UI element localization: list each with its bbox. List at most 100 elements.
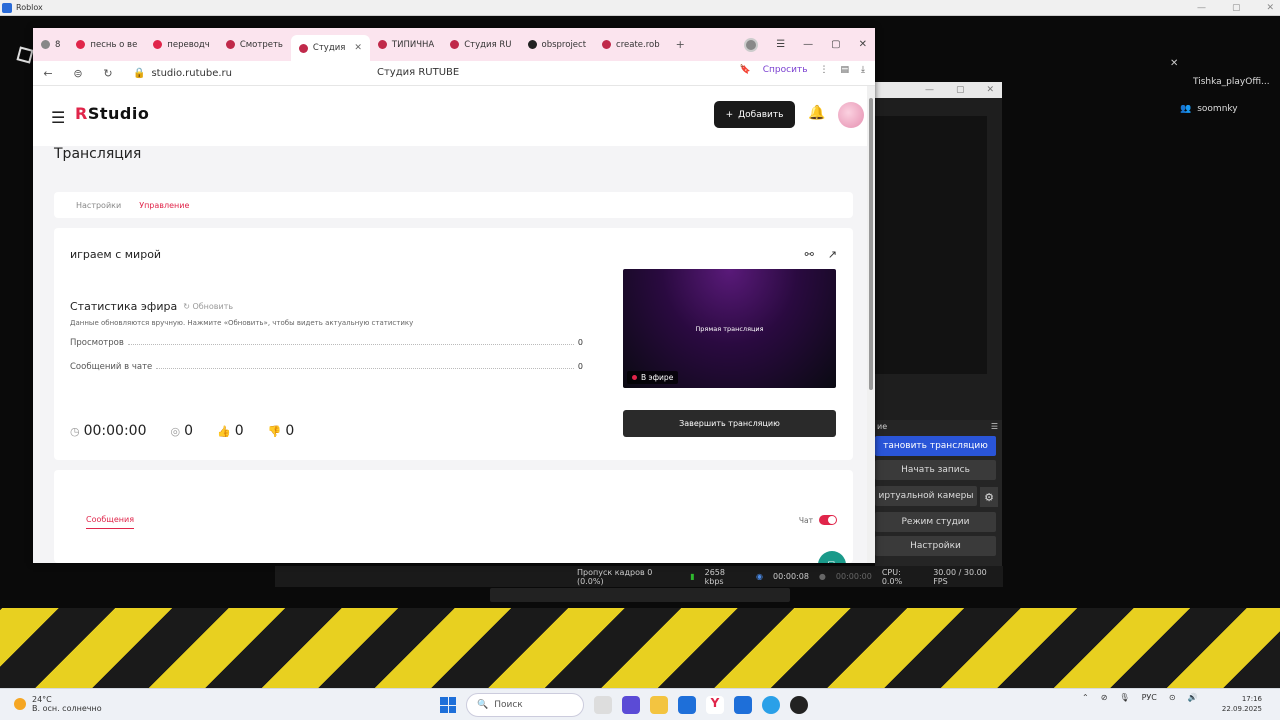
obs-icon[interactable] — [790, 696, 808, 714]
app-icon[interactable] — [622, 696, 640, 714]
minimize-icon[interactable]: — — [925, 82, 934, 98]
browser-tab[interactable]: create.rob — [594, 34, 668, 56]
hamburger-icon[interactable]: ☰ — [51, 108, 65, 127]
roblox-menu-icon[interactable] — [16, 46, 34, 64]
yandex-browser-icon[interactable]: Y — [706, 696, 724, 714]
volume-icon[interactable]: 🔊 — [1188, 693, 1198, 702]
stats-title: Статистика эфира — [70, 300, 178, 313]
menu-icon[interactable]: ☰ — [776, 39, 785, 50]
tab-control[interactable]: Управление — [139, 201, 189, 210]
maximize-icon[interactable]: ▢ — [831, 39, 840, 50]
search-box[interactable]: 🔍 Поиск — [466, 693, 584, 717]
profile-icon[interactable] — [744, 37, 759, 52]
new-tab-icon[interactable]: + — [676, 38, 685, 51]
rutube-studio-logo[interactable]: RStudio — [75, 104, 149, 123]
stream-preview[interactable]: Прямая трансляция В эфире — [623, 269, 836, 388]
stats-note: Данные обновляются вручную. Нажмите «Обн… — [70, 319, 414, 327]
language[interactable]: РУС — [1142, 693, 1157, 702]
tab-favicon-icon — [153, 40, 163, 49]
download-icon[interactable]: ⤓ — [861, 65, 865, 75]
browser-tab[interactable]: переводч — [145, 34, 218, 56]
virtual-camera-button[interactable]: иртуальной камеры — [875, 486, 977, 506]
bell-icon[interactable]: 🔔 — [808, 105, 825, 121]
share-icon[interactable]: ⚯ — [805, 248, 814, 261]
maximize-icon[interactable]: ▢ — [956, 82, 965, 98]
browser-tab[interactable]: ТИПИЧНА — [370, 34, 442, 56]
tab-messages[interactable]: Сообщения — [86, 515, 135, 529]
network-icon[interactable]: ⊘ — [1101, 693, 1108, 702]
weather-text: В. осн. солнечно — [32, 704, 102, 713]
tab-favicon-icon — [527, 40, 537, 49]
obs-window: — ▢ ✕ ие ☰ тановить трансляцию Начать зап… — [875, 82, 1002, 587]
stop-stream-button[interactable]: тановить трансляцию — [875, 436, 996, 456]
gear-icon[interactable]: ⚙ — [980, 487, 998, 507]
chat-toggle[interactable]: Чат — [799, 515, 837, 525]
search-icon: 🔍 — [477, 700, 489, 710]
fps: 30.00 / 30.00 FPS — [933, 567, 987, 586]
player-name: soomnky — [1197, 104, 1238, 114]
start-icon[interactable] — [440, 697, 456, 713]
tab-close-icon[interactable]: ✕ — [354, 43, 362, 53]
stream-icon: ◉ — [756, 572, 763, 581]
thumbs-up-icon: 👍 — [217, 425, 231, 438]
studio-mode-button[interactable]: Режим студии — [875, 512, 996, 532]
clock[interactable]: 17:16 22.09.2025 — [1222, 694, 1262, 714]
scrollbar[interactable] — [867, 86, 875, 563]
tab-favicon-icon — [298, 43, 308, 53]
tab-label: Студия RU — [464, 39, 512, 50]
back-icon[interactable]: ← — [33, 67, 63, 80]
studio-page: ☰ RStudio + Добавить 🔔 Трансляция Настро… — [33, 86, 875, 563]
roblox-title: Roblox — [16, 3, 43, 12]
sun-icon — [14, 698, 26, 710]
store-icon[interactable] — [678, 696, 696, 714]
roblox-title-bar: Roblox — ▢ ✕ — [0, 0, 1280, 16]
record-icon: ● — [818, 572, 826, 581]
close-icon[interactable]: ✕ — [859, 39, 867, 50]
tab-label: obsproject — [541, 39, 587, 50]
yandex-icon[interactable]: ⊜ — [63, 67, 93, 80]
task-view-icon[interactable] — [594, 696, 612, 714]
temperature: 24°C — [32, 695, 52, 704]
minimize-icon[interactable]: — — [803, 39, 813, 50]
add-button[interactable]: + Добавить — [714, 101, 795, 128]
tab-favicon-icon — [76, 40, 86, 49]
browser-tab[interactable]: песнь о ве — [68, 34, 145, 56]
close-icon[interactable]: ✕ — [1266, 0, 1274, 16]
tab-settings[interactable]: Настройки — [76, 201, 121, 210]
refresh-button[interactable]: ↻ Обновить — [183, 302, 233, 311]
folder-icon[interactable] — [650, 696, 668, 714]
collections-icon[interactable]: ▤ — [841, 65, 850, 75]
lock-icon: 🔒 — [133, 67, 146, 79]
maximize-icon[interactable]: ▢ — [1232, 0, 1241, 16]
controls-header: ие — [877, 422, 888, 431]
obs-settings-button[interactable]: Настройки — [875, 536, 996, 556]
bookmark-icon[interactable]: 🔖 — [740, 65, 751, 75]
tab-favicon-icon — [602, 40, 612, 49]
browser-tab[interactable]: Студия ✕ — [290, 35, 370, 61]
browser-tab[interactable]: 8 — [33, 34, 68, 56]
menu-icon[interactable]: ☰ — [991, 420, 998, 434]
start-record-button[interactable]: Начать запись — [875, 460, 996, 480]
app-icon[interactable] — [734, 696, 752, 714]
page-title: Трансляция — [54, 146, 142, 162]
minimize-icon[interactable]: — — [1197, 0, 1206, 16]
reload-icon[interactable]: ↻ — [93, 67, 123, 80]
more-icon[interactable]: ⋮ — [820, 65, 829, 75]
browser-tab[interactable]: Студия RU — [442, 34, 519, 56]
weather-widget[interactable]: 24°C В. осн. солнечно — [14, 695, 102, 713]
wifi-icon[interactable]: ⊙ — [1169, 693, 1176, 702]
close-icon[interactable]: ✕ — [986, 82, 994, 98]
external-link-icon[interactable]: ↗ — [828, 248, 837, 261]
tab-label: ТИПИЧНА — [391, 39, 435, 50]
ask-button[interactable]: Спросить — [763, 65, 808, 75]
close-icon[interactable]: ✕ — [1170, 58, 1178, 69]
browser-tab[interactable]: Смотреть — [218, 34, 291, 56]
browser-tab[interactable]: obsproject — [520, 34, 595, 56]
end-stream-button[interactable]: Завершить трансляцию — [623, 410, 836, 437]
telegram-icon[interactable] — [762, 696, 780, 714]
mic-icon[interactable]: 🎙 — [1119, 693, 1129, 702]
avatar[interactable] — [838, 102, 864, 128]
tab-favicon-icon — [41, 40, 50, 49]
url-field[interactable]: 🔒 studio.rutube.ru — [133, 68, 232, 79]
chevron-up-icon[interactable]: ⌃ — [1082, 693, 1089, 702]
